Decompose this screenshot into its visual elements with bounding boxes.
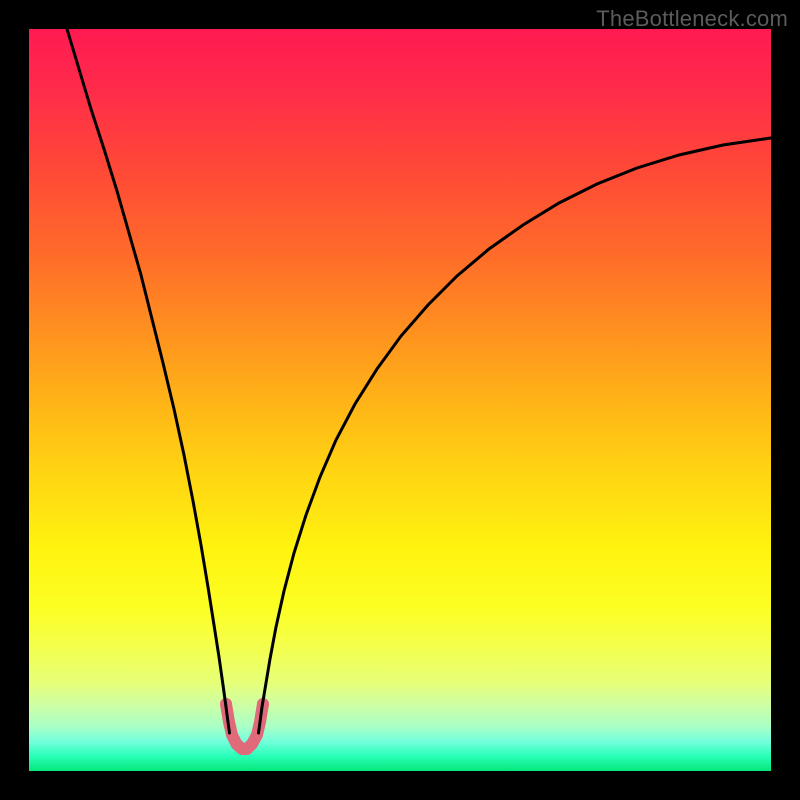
outer-frame: TheBottleneck.com	[0, 0, 800, 800]
right-branch-curve	[259, 138, 772, 733]
attribution-label: TheBottleneck.com	[596, 6, 788, 32]
curves-svg	[29, 29, 771, 771]
valley-pink-curve	[226, 704, 263, 749]
plot-area	[29, 29, 771, 771]
left-branch-curve	[67, 29, 230, 733]
